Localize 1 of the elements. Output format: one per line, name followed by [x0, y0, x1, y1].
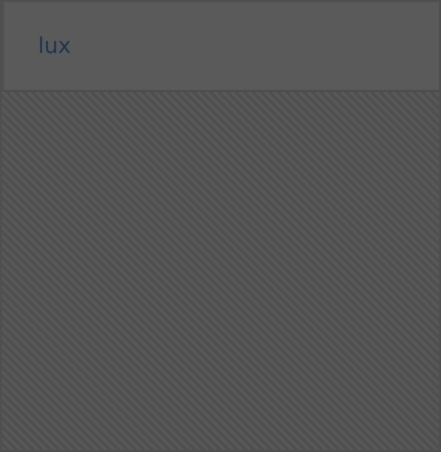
header-title: lux — [38, 34, 72, 59]
